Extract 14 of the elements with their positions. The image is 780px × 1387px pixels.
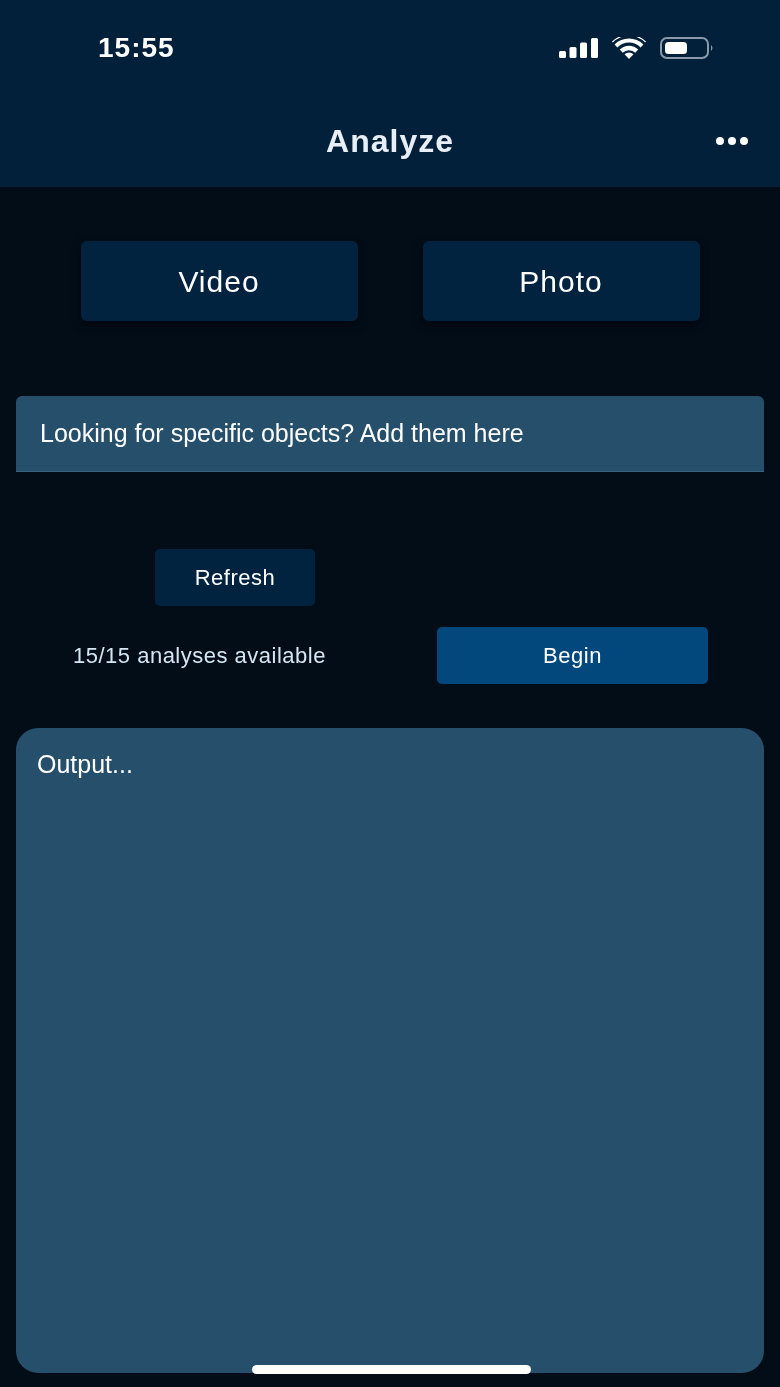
battery-icon <box>660 36 714 59</box>
signal-icon <box>559 37 598 58</box>
status-time: 15:55 <box>98 30 175 65</box>
refresh-button[interactable]: Refresh <box>155 549 315 606</box>
objects-input-field[interactable]: Looking for specific objects? Add them here <box>16 396 764 472</box>
mode-button[interactable]: Photo <box>422 241 700 321</box>
analyses-count: 15/15 analyses available <box>73 642 327 670</box>
wifi-icon <box>612 36 646 59</box>
begin-button[interactable]: Begin <box>437 627 708 684</box>
more-icon <box>716 137 748 145</box>
more-button[interactable] <box>714 135 750 147</box>
mode-button[interactable]: Video <box>80 241 358 321</box>
screen-title: Analyze <box>326 122 454 161</box>
output-text-area[interactable]: Output... <box>16 728 764 1373</box>
